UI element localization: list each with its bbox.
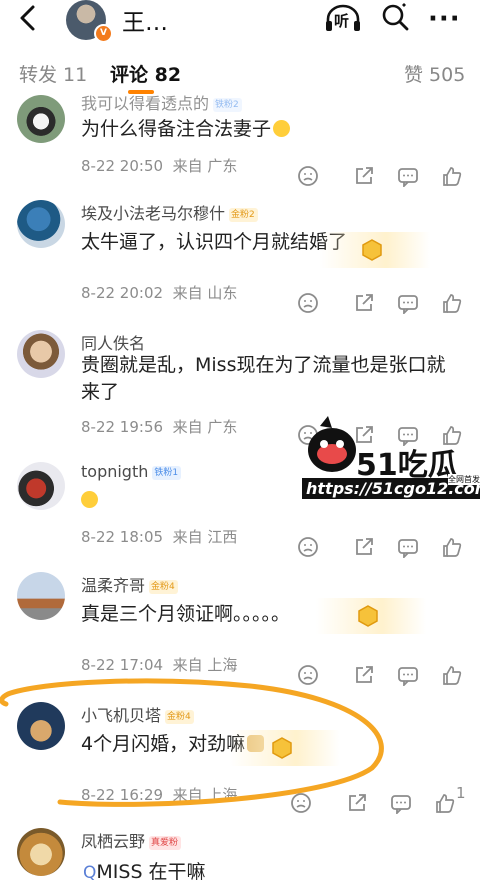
reply-icon[interactable] <box>397 536 419 558</box>
fan-badge: 铁粉2 <box>213 98 242 112</box>
comment-meta: 8-22 20:50 来自 广东 <box>81 157 238 175</box>
avatar[interactable] <box>17 828 65 876</box>
comment-meta: 8-22 17:04 来自 上海 <box>81 656 238 674</box>
avatar[interactable] <box>17 95 65 143</box>
like-icon[interactable] <box>441 536 463 558</box>
username[interactable]: 同人佚名 <box>81 330 145 354</box>
tab-reposts[interactable]: 转发 11 <box>19 60 87 87</box>
tab-comments[interactable]: 评论 82 <box>110 60 181 87</box>
search-mini-icon: Q <box>83 863 97 883</box>
reply-icon[interactable] <box>397 664 419 686</box>
dislike-icon[interactable] <box>297 536 319 558</box>
avatar[interactable] <box>17 572 65 620</box>
watermark-tag: 全网首发 <box>448 474 480 485</box>
reply-icon[interactable] <box>397 292 419 314</box>
laugh-cry-emoji-icon <box>81 491 98 508</box>
top-bar: V 王… 听 ··· <box>0 0 480 43</box>
verified-badge-icon: V <box>94 24 113 43</box>
comment-meta: 8-22 16:29 来自 上海 <box>81 786 238 804</box>
back-arrow-icon[interactable] <box>14 3 44 33</box>
avatar[interactable] <box>17 702 65 750</box>
laugh-emoji-icon <box>273 120 291 137</box>
like-icon[interactable] <box>441 292 463 314</box>
search-icon[interactable] <box>380 2 410 32</box>
tab-likes[interactable]: 赞 505 <box>404 60 465 87</box>
share-icon[interactable] <box>353 536 375 558</box>
comment-text: 贵圈就是乱，Miss现在为了流量也是张口就来了 <box>81 354 446 403</box>
username[interactable]: 凤栖云野 真爱粉 <box>81 828 182 852</box>
gold-medal-decoration <box>230 730 340 766</box>
dislike-icon[interactable] <box>297 165 319 187</box>
like-icon[interactable] <box>441 664 463 686</box>
username[interactable]: 小飞机贝塔 金粉4 <box>81 702 194 726</box>
dislike-icon[interactable] <box>297 664 319 686</box>
comment-text: QMISS 在干嘛 <box>83 861 206 883</box>
share-icon[interactable] <box>353 664 375 686</box>
username[interactable]: 温柔齐哥 金粉4 <box>81 572 178 596</box>
share-icon[interactable] <box>346 792 368 814</box>
author-name[interactable]: 王… <box>122 3 168 37</box>
fan-badge: 金粉2 <box>229 208 258 222</box>
gold-medal-decoration <box>316 598 426 634</box>
avatar[interactable] <box>17 330 65 378</box>
dislike-icon[interactable] <box>290 792 312 814</box>
avatar[interactable] <box>17 462 65 510</box>
fan-badge: 铁粉1 <box>152 466 182 480</box>
more-icon[interactable]: ··· <box>428 6 461 32</box>
reply-icon[interactable] <box>390 792 412 814</box>
listen-label[interactable]: 听 <box>334 10 349 31</box>
tab-bar: 转发 11 评论 82 赞 505 <box>0 54 480 94</box>
comment-meta: 8-22 18:05 来自 江西 <box>81 528 238 546</box>
share-icon[interactable] <box>353 292 375 314</box>
fan-badge: 金粉4 <box>165 710 194 724</box>
like-icon[interactable] <box>441 165 463 187</box>
username[interactable]: topnigth 铁粉1 <box>81 462 182 481</box>
watermelon-mascot-icon <box>308 416 356 472</box>
username[interactable]: 埃及小法老马尔穆什 金粉2 <box>81 200 258 224</box>
fan-badge: 真爱粉 <box>149 836 182 850</box>
dislike-icon[interactable] <box>297 292 319 314</box>
share-icon[interactable] <box>353 165 375 187</box>
like-count: 1 <box>456 784 466 802</box>
fan-badge: 金粉4 <box>149 580 178 594</box>
avatar[interactable] <box>17 200 65 248</box>
comment-meta: 8-22 19:56 来自 广东 <box>81 418 238 436</box>
username[interactable]: 我可以得看透点的 铁粉2 <box>81 90 242 114</box>
like-icon[interactable] <box>434 792 456 814</box>
gold-medal-decoration <box>320 232 430 268</box>
comment-text: 为什么得备注合法妻子 <box>81 116 461 143</box>
reply-icon[interactable] <box>397 165 419 187</box>
comment-meta: 8-22 20:02 来自 山东 <box>81 284 238 302</box>
